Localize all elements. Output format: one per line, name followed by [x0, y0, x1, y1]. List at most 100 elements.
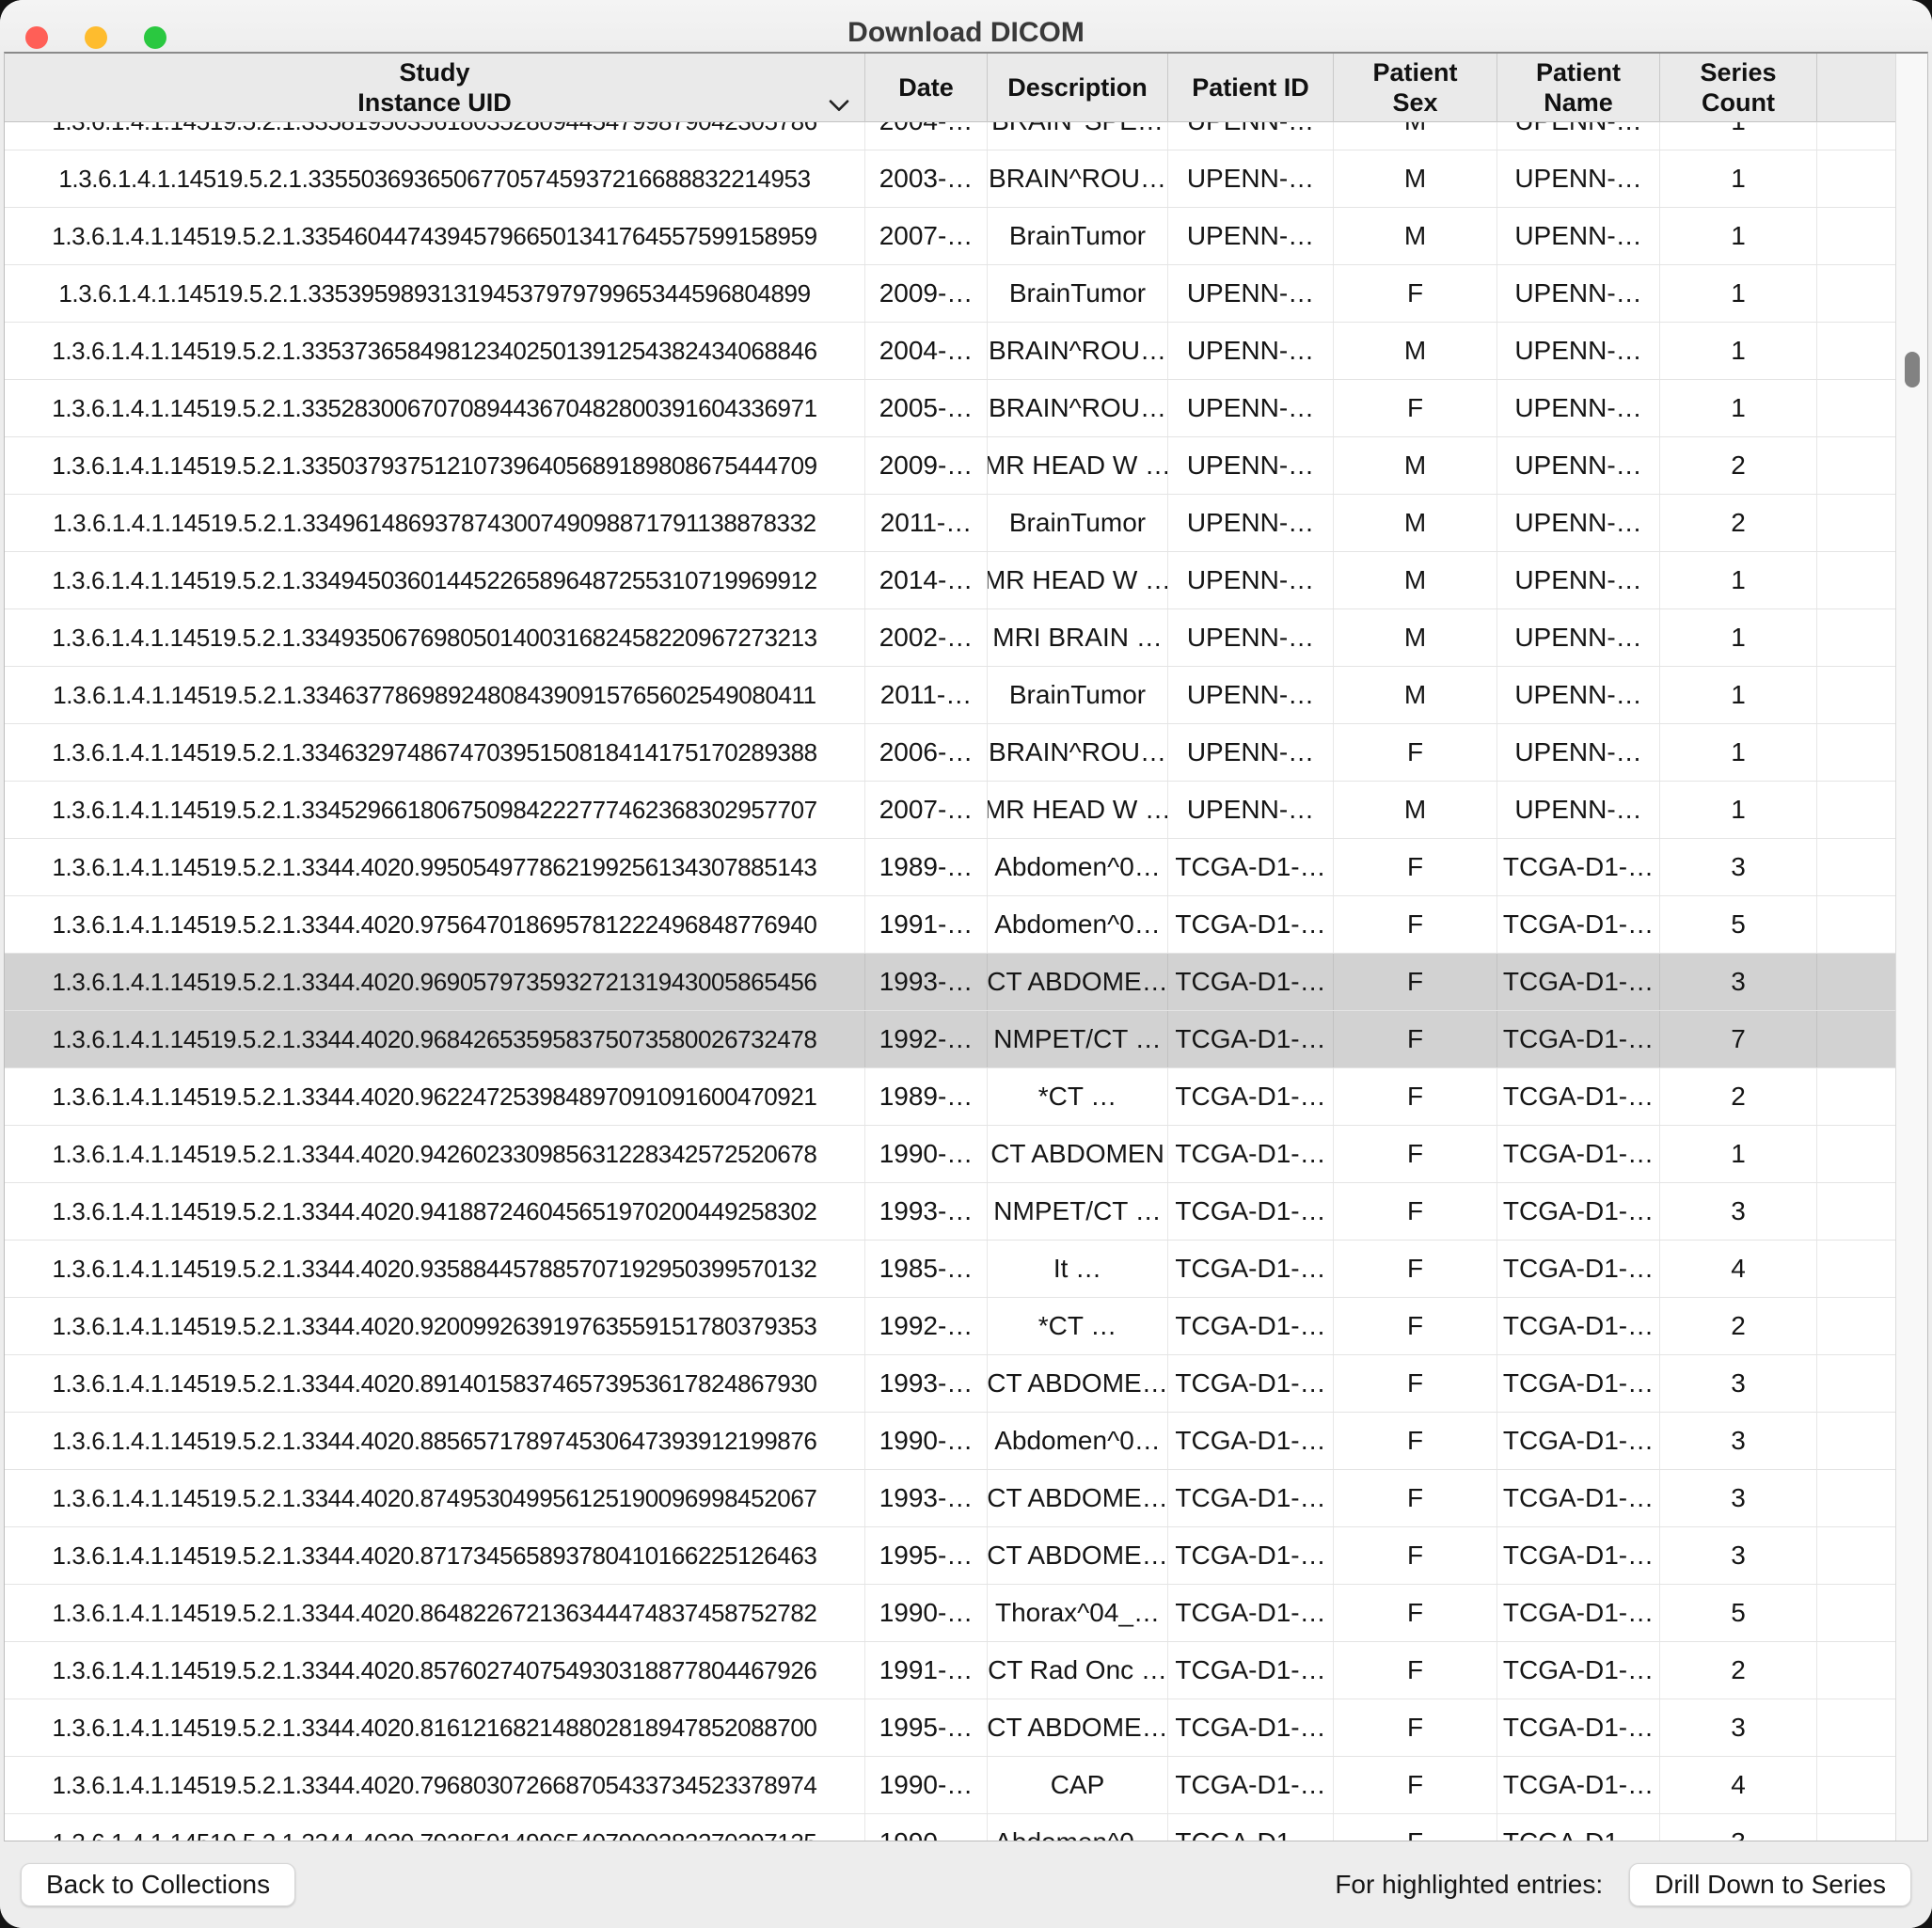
cell-study-instance-uid: 1.3.6.1.4.1.14519.5.2.1.3344.4020.891401… — [5, 1355, 865, 1412]
cell-patient-name: TCGA-D1-… — [1497, 1183, 1660, 1240]
table-row[interactable]: 1.3.6.1.4.1.14519.5.2.1.3345296618067509… — [5, 782, 1895, 839]
cell-series-count: 5 — [1660, 896, 1817, 953]
cell-spacer — [1817, 208, 1895, 264]
cell-spacer — [1817, 1068, 1895, 1125]
cell-date: 2011-… — [865, 667, 988, 723]
cell-patient-name: TCGA-D1-… — [1497, 896, 1660, 953]
cell-patient-sex: M — [1334, 323, 1497, 379]
cell-description: Thorax^04_… — [988, 1585, 1168, 1641]
cell-spacer — [1817, 782, 1895, 838]
table-row[interactable]: 1.3.6.1.4.1.14519.5.2.1.3344.4020.995054… — [5, 839, 1895, 896]
table-row[interactable]: 1.3.6.1.4.1.14519.5.2.1.3350379375121073… — [5, 437, 1895, 495]
cell-date: 1995-… — [865, 1699, 988, 1756]
cell-date: 2014-… — [865, 552, 988, 608]
cell-patient-id: TCGA-D1-… — [1168, 1527, 1334, 1584]
cell-description: CT ABDOME… — [988, 954, 1168, 1010]
table-row[interactable]: 1.3.6.1.4.1.14519.5.2.1.3349450360144522… — [5, 552, 1895, 609]
table-row[interactable]: 1.3.6.1.4.1.14519.5.2.1.3349350676980501… — [5, 609, 1895, 667]
cell-patient-name: UPENN-… — [1497, 380, 1660, 436]
table-row[interactable]: 1.3.6.1.4.1.14519.5.2.1.3358195035618035… — [5, 122, 1895, 150]
table-row[interactable]: 1.3.6.1.4.1.14519.5.2.1.3346377869892480… — [5, 667, 1895, 724]
cell-description: Abdomen^0… — [988, 896, 1168, 953]
cell-series-count: 2 — [1660, 1298, 1817, 1354]
table-row[interactable]: 1.3.6.1.4.1.14519.5.2.1.3344.4020.871734… — [5, 1527, 1895, 1585]
table-row[interactable]: 1.3.6.1.4.1.14519.5.2.1.3344.4020.857602… — [5, 1642, 1895, 1699]
vertical-scrollbar[interactable] — [1895, 54, 1927, 1841]
cell-study-instance-uid: 1.3.6.1.4.1.14519.5.2.1.3344.4020.792850… — [5, 1814, 865, 1841]
scrollbar-thumb[interactable] — [1905, 352, 1920, 387]
cell-study-instance-uid: 1.3.6.1.4.1.14519.5.2.1.3344.4020.995054… — [5, 839, 865, 895]
cell-series-count: 2 — [1660, 437, 1817, 494]
cell-spacer — [1817, 896, 1895, 953]
column-header-date[interactable]: Date — [865, 54, 988, 122]
cell-patient-id: TCGA-D1-… — [1168, 1355, 1334, 1412]
table-row[interactable]: 1.3.6.1.4.1.14519.5.2.1.3349614869378743… — [5, 495, 1895, 552]
column-header-series-count[interactable]: Series Count — [1660, 54, 1817, 122]
back-to-collections-button[interactable]: Back to Collections — [21, 1863, 295, 1906]
table-row[interactable]: 1.3.6.1.4.1.14519.5.2.1.3344.4020.935884… — [5, 1241, 1895, 1298]
cell-patient-name: UPENN-… — [1497, 437, 1660, 494]
cell-series-count: 1 — [1660, 208, 1817, 264]
table-row[interactable]: 1.3.6.1.4.1.14519.5.2.1.3344.4020.969057… — [5, 954, 1895, 1011]
cell-series-count: 1 — [1660, 380, 1817, 436]
column-header-label: Patient Name — [1536, 58, 1621, 119]
drill-down-to-series-button[interactable]: Drill Down to Series — [1629, 1863, 1911, 1906]
column-header-patient-name[interactable]: Patient Name — [1497, 54, 1660, 122]
cell-patient-id: UPENN-… — [1168, 667, 1334, 723]
table-row[interactable]: 1.3.6.1.4.1.14519.5.2.1.3344.4020.792850… — [5, 1814, 1895, 1841]
cell-series-count: 1 — [1660, 609, 1817, 666]
table-row[interactable]: 1.3.6.1.4.1.14519.5.2.1.3344.4020.962247… — [5, 1068, 1895, 1126]
cell-description: BRAIN^ROU… — [988, 380, 1168, 436]
cell-date: 1985-… — [865, 1241, 988, 1297]
cell-spacer — [1817, 380, 1895, 436]
cell-description: CAP — [988, 1757, 1168, 1813]
studies-table: Study Instance UID Date Description Pati… — [4, 52, 1928, 1841]
table-row[interactable]: 1.3.6.1.4.1.14519.5.2.1.3344.4020.864822… — [5, 1585, 1895, 1642]
cell-patient-id: UPENN-… — [1168, 437, 1334, 494]
table-row[interactable]: 1.3.6.1.4.1.14519.5.2.1.3354604474394579… — [5, 208, 1895, 265]
cell-patient-id: UPENN-… — [1168, 150, 1334, 207]
table-row[interactable]: 1.3.6.1.4.1.14519.5.2.1.3344.4020.920099… — [5, 1298, 1895, 1355]
column-header-label: Patient Sex — [1372, 58, 1457, 119]
cell-description: Abdomen^0… — [988, 839, 1168, 895]
table-row[interactable]: 1.3.6.1.4.1.14519.5.2.1.3344.4020.874953… — [5, 1470, 1895, 1527]
table-row[interactable]: 1.3.6.1.4.1.14519.5.2.1.3353736584981234… — [5, 323, 1895, 380]
cell-patient-name: TCGA-D1-… — [1497, 1699, 1660, 1756]
download-dicom-window: Download DICOM Study Instance UID Date D… — [0, 0, 1932, 1928]
cell-series-count: 4 — [1660, 1757, 1817, 1813]
cell-series-count: 1 — [1660, 724, 1817, 781]
cell-description: It … — [988, 1241, 1168, 1297]
table-row[interactable]: 1.3.6.1.4.1.14519.5.2.1.3344.4020.968426… — [5, 1011, 1895, 1068]
cell-spacer — [1817, 1642, 1895, 1699]
column-header-patient-sex[interactable]: Patient Sex — [1334, 54, 1497, 122]
column-header-patient-id[interactable]: Patient ID — [1168, 54, 1334, 122]
cell-date: 1991-… — [865, 896, 988, 953]
cell-patient-id: TCGA-D1-… — [1168, 1298, 1334, 1354]
cell-series-count: 1 — [1660, 782, 1817, 838]
table-row[interactable]: 1.3.6.1.4.1.14519.5.2.1.3344.4020.796803… — [5, 1757, 1895, 1814]
table-row[interactable]: 1.3.6.1.4.1.14519.5.2.1.3346329748674703… — [5, 724, 1895, 782]
cell-series-count: 3 — [1660, 1355, 1817, 1412]
column-header-study-instance-uid[interactable]: Study Instance UID — [5, 54, 865, 122]
table-row[interactable]: 1.3.6.1.4.1.14519.5.2.1.3353959893131945… — [5, 265, 1895, 323]
cell-study-instance-uid: 1.3.6.1.4.1.14519.5.2.1.3344.4020.864822… — [5, 1585, 865, 1641]
table-row[interactable]: 1.3.6.1.4.1.14519.5.2.1.3344.4020.941887… — [5, 1183, 1895, 1241]
cell-patient-name: TCGA-D1-… — [1497, 1470, 1660, 1526]
cell-description: CT ABDOME… — [988, 1699, 1168, 1756]
cell-date: 1991-… — [865, 1642, 988, 1699]
cell-description: Abdomen^0… — [988, 1413, 1168, 1469]
table-row[interactable]: 1.3.6.1.4.1.14519.5.2.1.3352830067070894… — [5, 380, 1895, 437]
table-row[interactable]: 1.3.6.1.4.1.14519.5.2.1.3344.4020.942602… — [5, 1126, 1895, 1183]
cell-patient-sex: M — [1334, 122, 1497, 150]
table-row[interactable]: 1.3.6.1.4.1.14519.5.2.1.3344.4020.816121… — [5, 1699, 1895, 1757]
table-row[interactable]: 1.3.6.1.4.1.14519.5.2.1.3344.4020.891401… — [5, 1355, 1895, 1413]
cell-study-instance-uid: 1.3.6.1.4.1.14519.5.2.1.3358195035618035… — [5, 122, 865, 150]
table-row[interactable]: 1.3.6.1.4.1.14519.5.2.1.3344.4020.975647… — [5, 896, 1895, 954]
cell-date: 1990-… — [865, 1585, 988, 1641]
cell-patient-name: TCGA-D1-… — [1497, 839, 1660, 895]
table-row[interactable]: 1.3.6.1.4.1.14519.5.2.1.3355036936506770… — [5, 150, 1895, 208]
table-row[interactable]: 1.3.6.1.4.1.14519.5.2.1.3344.4020.885657… — [5, 1413, 1895, 1470]
column-header-description[interactable]: Description — [988, 54, 1168, 122]
table-body: 1.3.6.1.4.1.14519.5.2.1.3358195035618035… — [5, 122, 1895, 1841]
cell-patient-sex: F — [1334, 724, 1497, 781]
